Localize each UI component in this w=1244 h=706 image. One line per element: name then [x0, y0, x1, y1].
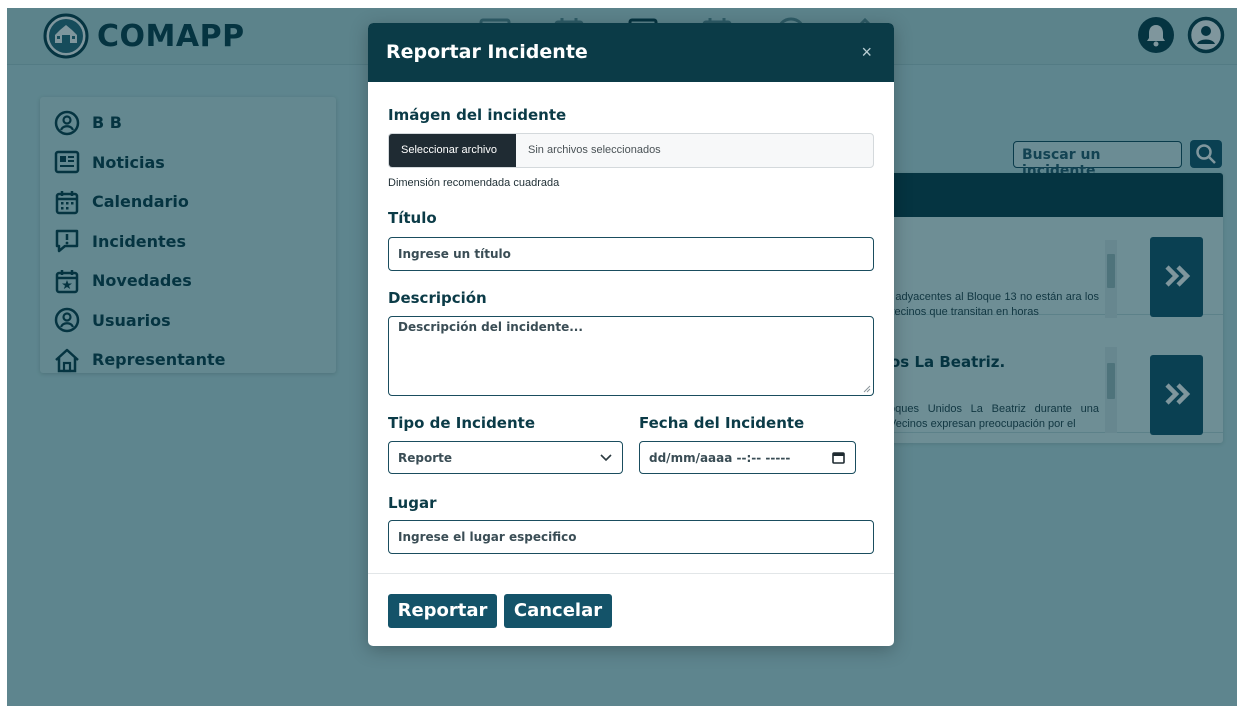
description-textarea[interactable]: Descripción del incidente...: [388, 316, 874, 396]
place-input[interactable]: Ingrese el lugar especifico: [388, 520, 874, 554]
incident-type-select[interactable]: Reporte: [388, 441, 623, 474]
cancel-button[interactable]: Cancelar: [504, 594, 612, 628]
select-file-button[interactable]: Seleccionar archivo: [389, 134, 516, 167]
file-status: Sin archivos seleccionados: [528, 144, 661, 156]
image-hint: Dimensión recomendada cuadrada: [388, 177, 560, 189]
description-label: Descripción: [388, 289, 487, 307]
calendar-picker-icon[interactable]: [832, 451, 845, 464]
report-button[interactable]: Reportar: [388, 594, 497, 628]
resize-grip-icon[interactable]: [863, 385, 871, 393]
modal-divider: [368, 573, 894, 574]
type-label: Tipo de Incidente: [388, 414, 535, 432]
chevron-down-icon: [600, 454, 612, 462]
incident-type-value: Reporte: [398, 451, 453, 465]
description-placeholder: Descripción del incidente...: [398, 320, 583, 334]
modal-header: Reportar Incidente ×: [368, 23, 894, 82]
incident-date-input[interactable]: dd/mm/aaaa --:-- -----: [639, 441, 856, 474]
title-input[interactable]: Ingrese un título: [388, 237, 874, 271]
date-label: Fecha del Incidente: [639, 414, 805, 432]
date-placeholder: dd/mm/aaaa --:-- -----: [649, 451, 791, 465]
report-incident-modal: Reportar Incidente × Imágen del incident…: [368, 23, 894, 646]
close-icon[interactable]: ×: [861, 42, 872, 63]
place-label: Lugar: [388, 494, 437, 512]
modal-title: Reportar Incidente: [386, 41, 588, 63]
file-input[interactable]: Seleccionar archivo Sin archivos selecci…: [388, 133, 874, 168]
image-label: Imágen del incidente: [388, 106, 567, 124]
title-label: Título: [388, 209, 437, 227]
